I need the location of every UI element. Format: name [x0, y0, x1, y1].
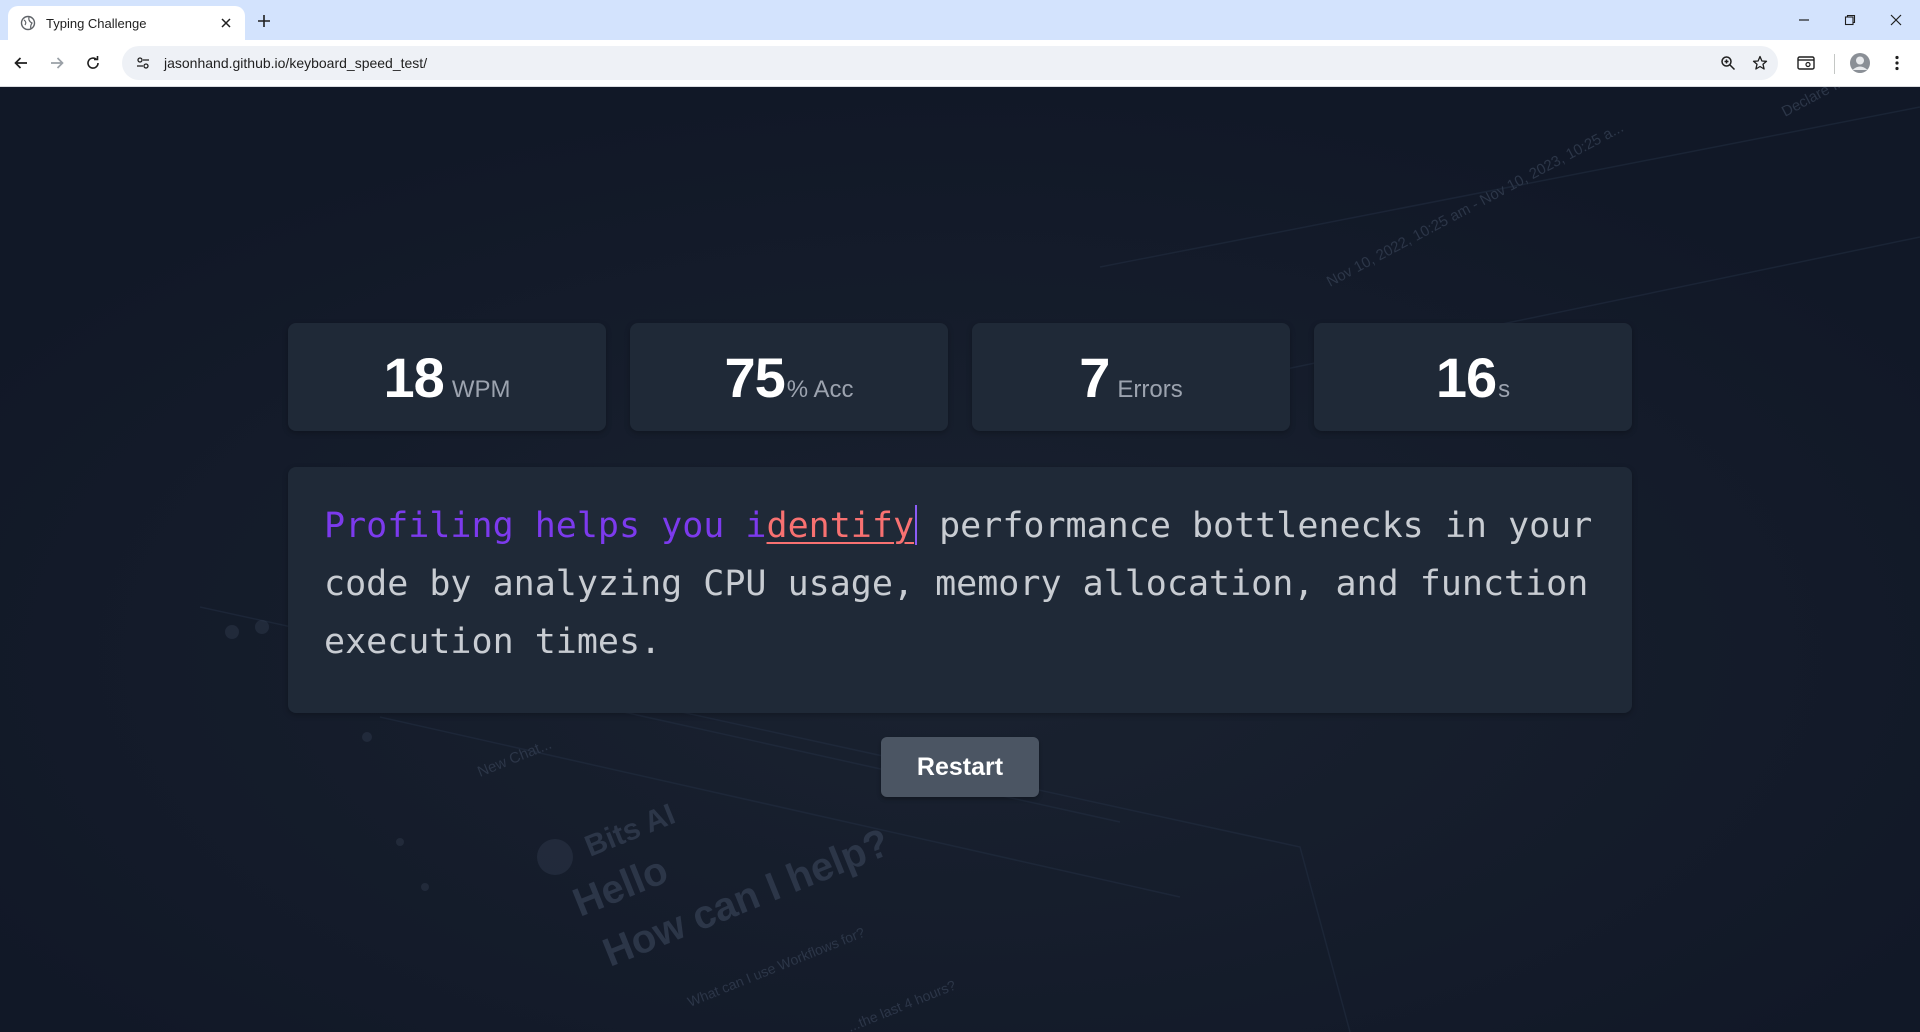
zoom-icon[interactable] [1714, 49, 1742, 77]
url-text: jasonhand.github.io/keyboard_speed_test/ [164, 55, 428, 71]
browser-toolbar: jasonhand.github.io/keyboard_speed_test/ [0, 40, 1920, 87]
minimize-window-button[interactable] [1781, 0, 1827, 40]
timer-stat-card: 16 s [1314, 323, 1632, 431]
restore-window-button[interactable] [1827, 0, 1873, 40]
restart-button[interactable]: Restart [881, 737, 1039, 797]
accuracy-value: 75 [724, 346, 786, 409]
back-arrow-icon[interactable] [8, 50, 34, 76]
wpm-value: 18 [383, 346, 445, 409]
site-info-icon[interactable] [130, 50, 156, 76]
typing-passage: Profiling helps you identify performance… [324, 497, 1596, 671]
tab-title: Typing Challenge [46, 15, 147, 31]
stats-row: 18 WPM 75 % Acc 7 Errors 16 s [288, 323, 1632, 431]
typing-area[interactable]: Profiling helps you identify performance… [288, 467, 1632, 713]
timer-value: 16 [1435, 346, 1497, 409]
errors-value: 7 [1079, 346, 1110, 409]
page-body: Bits AI Hello How can I help? New Chat..… [0, 87, 1920, 1032]
text-caret [915, 505, 918, 545]
forward-arrow-icon[interactable] [44, 50, 70, 76]
new-tab-button[interactable] [252, 9, 276, 33]
errors-unit: Errors [1117, 376, 1183, 403]
errors-stat-card: 7 Errors [972, 323, 1290, 431]
reload-icon[interactable] [80, 50, 106, 76]
wpm-unit: WPM [451, 376, 511, 403]
toolbar-divider [1834, 54, 1835, 74]
timer-unit: s [1498, 376, 1511, 403]
more-menu-icon[interactable] [1883, 49, 1911, 77]
wpm-stat-card: 18 WPM [288, 323, 606, 431]
close-tab-icon[interactable] [217, 14, 235, 32]
address-bar[interactable]: jasonhand.github.io/keyboard_speed_test/ [122, 46, 1778, 80]
tab-search-icon[interactable] [1792, 49, 1820, 77]
accuracy-unit: % Acc [786, 376, 854, 403]
typed-text: Profiling helps you i [324, 506, 767, 546]
browser-tab-active[interactable]: Typing Challenge [8, 6, 245, 40]
browser-tab-strip: Typing Challenge [0, 0, 1920, 40]
close-window-button[interactable] [1873, 0, 1919, 40]
bookmark-star-icon[interactable] [1746, 49, 1774, 77]
profile-avatar-icon[interactable] [1846, 49, 1874, 77]
error-text: dentify [766, 506, 915, 546]
accuracy-stat-card: 75 % Acc [630, 323, 948, 431]
globe-icon [20, 15, 36, 31]
